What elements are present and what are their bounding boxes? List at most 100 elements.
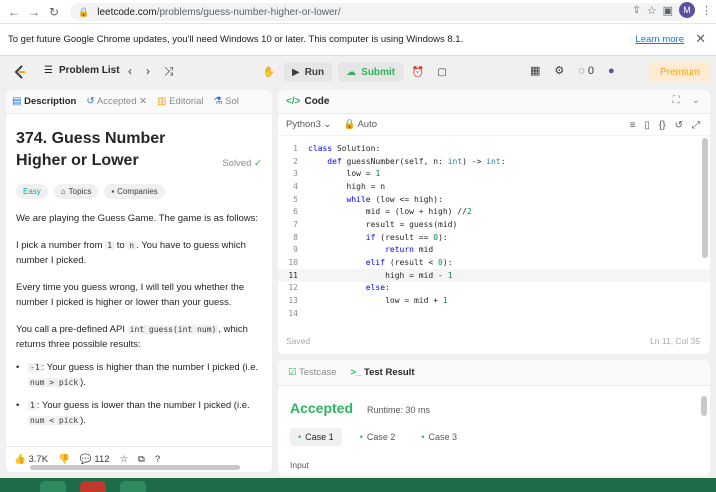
code-line[interactable]: 5 while (low <= high):: [278, 193, 710, 206]
code-line[interactable]: 11 high = mid - 1: [278, 268, 710, 282]
list-item: 1: Your guess is lower than the number I…: [16, 398, 262, 428]
tab-description[interactable]: ▤ Description: [12, 96, 76, 107]
thumbs-up-icon: 👍: [14, 454, 26, 465]
expand-icon[interactable]: ⤢: [692, 120, 700, 131]
code-line[interactable]: 6 mid = (low + high) //2: [278, 205, 710, 218]
sidepanel-icon[interactable]: ▣: [663, 4, 673, 17]
difficulty-chip[interactable]: Easy: [16, 184, 48, 199]
code-text: high = mid - 1: [308, 270, 453, 280]
code-line[interactable]: 7 result = guess(mid): [278, 218, 710, 231]
code-line[interactable]: 13 low = mid + 1: [278, 294, 710, 307]
alarm-icon[interactable]: ⏰: [409, 63, 427, 81]
topics-chip[interactable]: ⌂ Topics: [53, 184, 99, 199]
tab-testcase[interactable]: ☑ Testcase: [288, 367, 337, 378]
save-status: Saved: [286, 336, 311, 346]
run-button[interactable]: ▶ Run: [284, 62, 333, 82]
auto-mode-toggle[interactable]: 🔒 Auto: [343, 119, 377, 130]
shuffle-icon[interactable]: ⤨: [164, 64, 174, 79]
line-number: 12: [288, 283, 298, 293]
result-panel: ☑ Testcase >_ Test Result Accepted Runti…: [278, 360, 710, 476]
list-item: -1: Your guess is higher than the number…: [16, 360, 262, 390]
left-tabbar: ▤ Description ↺ Accepted ✕ ▥ Editorial ⚗…: [6, 90, 272, 114]
forward-icon[interactable]: →: [24, 2, 44, 22]
profile-avatar[interactable]: M: [679, 2, 695, 18]
comments-button[interactable]: 💬 112: [80, 454, 110, 465]
code-line[interactable]: 3 low = 1: [278, 167, 710, 180]
chevron-down-icon: ⌄: [323, 119, 332, 130]
format-icon[interactable]: ≡: [630, 120, 636, 131]
code-line[interactable]: 1 class Solution:: [278, 142, 710, 155]
code-line[interactable]: 9 return mid: [278, 244, 710, 257]
back-icon[interactable]: ←: [4, 2, 24, 22]
learn-more-link[interactable]: Learn more: [635, 34, 684, 45]
prev-problem-icon[interactable]: ‹: [128, 64, 132, 79]
line-number: 13: [288, 296, 298, 306]
settings-gear-icon[interactable]: ⚙: [554, 64, 564, 77]
leetcode-navbar: ☰ Problem List ‹ › ⤨ ✋ ▶ Run ☁ Submit ⏰ …: [0, 56, 716, 88]
taskbar-app[interactable]: [40, 481, 66, 492]
close-tab-icon[interactable]: ✕: [139, 96, 147, 107]
companies-chip[interactable]: ▪ Companies: [104, 184, 165, 199]
line-number: 1: [293, 143, 298, 153]
vertical-scrollbar[interactable]: [701, 396, 707, 416]
code-line[interactable]: 2 def guessNumber(self, n: int) -> int:: [278, 155, 710, 168]
taskbar-app[interactable]: [120, 481, 146, 492]
problem-list-button[interactable]: ☰ Problem List: [44, 65, 120, 76]
vertical-scrollbar[interactable]: [702, 138, 708, 258]
tab-solutions[interactable]: ⚗ Sol: [214, 96, 239, 107]
submit-button[interactable]: ☁ Submit: [338, 62, 404, 82]
share-external-icon[interactable]: ⧉: [138, 454, 145, 465]
tab-test-result[interactable]: >_ Test Result: [351, 367, 415, 378]
code-line[interactable]: 12 else:: [278, 282, 710, 295]
close-icon[interactable]: ✕: [695, 31, 706, 47]
comment-icon: 💬: [79, 454, 92, 465]
desc-paragraph-4: You call a pre-defined API int guess(int…: [16, 324, 248, 350]
language-select[interactable]: Python3 ⌄: [286, 119, 331, 130]
braces-icon[interactable]: {}: [659, 120, 666, 131]
line-number: 14: [288, 308, 298, 318]
next-problem-icon[interactable]: ›: [146, 64, 150, 79]
warning-text: To get future Google Chrome updates, you…: [8, 34, 464, 45]
reload-icon[interactable]: ↻: [44, 2, 64, 22]
user-avatar-icon[interactable]: ●: [608, 65, 615, 77]
maximize-icon[interactable]: ⛶: [673, 95, 680, 106]
favorite-star-icon[interactable]: ☆: [120, 454, 129, 465]
menu-icon[interactable]: ⋮: [701, 4, 712, 17]
star-icon[interactable]: ☆: [647, 4, 657, 17]
line-number: 9: [293, 245, 298, 255]
code-line[interactable]: 14: [278, 307, 710, 320]
notes-icon[interactable]: ▢: [433, 63, 451, 81]
layout-grid-icon[interactable]: ▦: [530, 64, 540, 77]
undo-reset-icon[interactable]: ↺: [675, 120, 683, 131]
code-editor[interactable]: 1 class Solution: 2 def guessNumber(self, …: [278, 136, 710, 320]
help-icon[interactable]: ?: [155, 454, 160, 465]
code-text: result = guess(mid): [308, 219, 458, 229]
flask-icon: ⚗: [213, 96, 223, 107]
code-line[interactable]: 4 high = n: [278, 180, 710, 193]
leetcode-logo-icon[interactable]: [12, 64, 28, 80]
share-icon[interactable]: ⇪: [632, 5, 640, 16]
case-tab-2[interactable]: • Case 2: [352, 428, 404, 446]
chevron-down-icon[interactable]: ⌄: [692, 95, 700, 106]
taskbar-app[interactable]: [80, 481, 106, 492]
coins-indicator[interactable]: ◌ 0: [578, 65, 594, 77]
tab-editorial[interactable]: ▥ Editorial: [157, 96, 203, 107]
tab-accepted[interactable]: ↺ Accepted ✕: [86, 96, 147, 107]
horizontal-scrollbar[interactable]: [30, 465, 240, 470]
case-tab-3[interactable]: • Case 3: [413, 428, 465, 446]
line-number: 11: [288, 270, 298, 280]
code-line[interactable]: 10 elif (result < 0):: [278, 256, 710, 269]
code-text: class Solution:: [308, 143, 381, 153]
premium-button[interactable]: Premium: [649, 62, 710, 82]
lock-icon: 🔒: [343, 119, 356, 130]
code-text: else:: [365, 283, 390, 293]
case-tab-1[interactable]: • Case 1: [290, 428, 342, 446]
code-text: low = 1: [308, 169, 381, 179]
code-line[interactable]: 8 if (result == 0):: [278, 231, 710, 244]
line-number: 7: [293, 219, 298, 229]
bookmark-icon[interactable]: ▯: [644, 120, 650, 131]
dislike-button[interactable]: 👎: [58, 454, 70, 465]
like-button[interactable]: 👍 3.7K: [14, 454, 48, 465]
debug-icon[interactable]: ✋: [260, 63, 278, 81]
address-bar[interactable]: 🔒 leetcode.com/problems/guess-number-hig…: [70, 3, 690, 21]
